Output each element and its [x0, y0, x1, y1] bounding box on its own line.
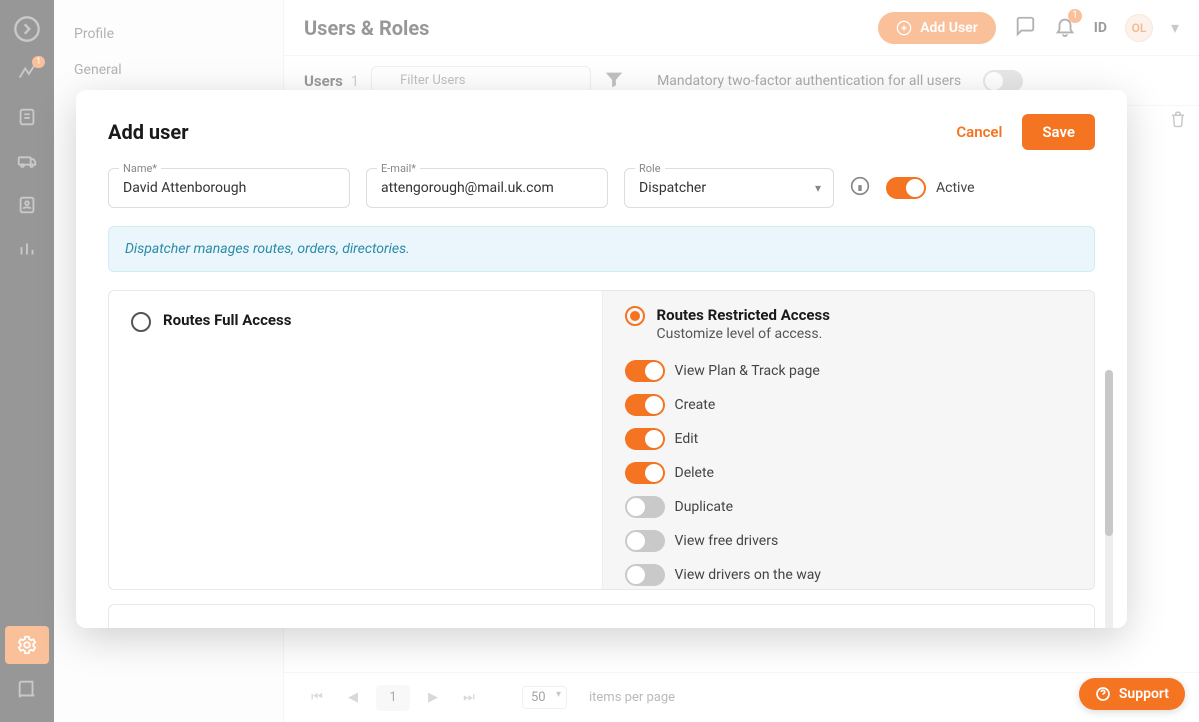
cancel-button[interactable]: Cancel	[956, 123, 1002, 141]
perm-duplicate-toggle[interactable]	[625, 496, 665, 518]
modal-scrollbar[interactable]	[1105, 370, 1113, 628]
routes-full-access-radio[interactable]: Routes Full Access	[131, 311, 580, 332]
perm-create-label: Create	[675, 397, 716, 413]
full-access-label: Routes Full Access	[163, 311, 291, 329]
perm-edit-label: Edit	[675, 431, 699, 447]
perm-view-way-toggle[interactable]	[625, 564, 665, 586]
radio-checked-icon	[625, 306, 645, 326]
info-icon[interactable]	[850, 176, 870, 200]
restricted-label: Routes Restricted Access	[657, 306, 830, 324]
add-user-modal: Add user Cancel Save Name* E-mail* Role …	[76, 90, 1127, 628]
perm-delete-toggle[interactable]	[625, 462, 665, 484]
support-button[interactable]: Support	[1079, 678, 1185, 710]
perm-create-toggle[interactable]	[625, 394, 665, 416]
perm-duplicate-label: Duplicate	[675, 499, 734, 515]
active-toggle[interactable]	[886, 177, 926, 199]
routes-restricted-access-radio[interactable]: Routes Restricted Access Customize level…	[625, 305, 1073, 342]
email-label: E-mail*	[377, 162, 420, 175]
perm-view-plan-label: View Plan & Track page	[675, 363, 820, 379]
role-description: Dispatcher manages routes, orders, direc…	[108, 226, 1095, 272]
save-button[interactable]: Save	[1022, 114, 1095, 150]
modal-title: Add user	[108, 120, 189, 144]
email-field-wrap: E-mail*	[366, 168, 608, 208]
support-label: Support	[1119, 686, 1169, 702]
restricted-sublabel: Customize level of access.	[657, 326, 830, 342]
role-select[interactable]: Role Dispatcher	[624, 168, 834, 208]
perm-edit-toggle[interactable]	[625, 428, 665, 450]
name-label: Name*	[119, 162, 161, 175]
role-value: Dispatcher	[639, 180, 706, 196]
next-panel-peek	[108, 604, 1095, 628]
perm-view-way-label: View drivers on the way	[675, 567, 821, 583]
perm-delete-label: Delete	[675, 465, 714, 481]
role-label: Role	[635, 162, 665, 175]
permissions-panel: Routes Full Access Routes Restricted Acc…	[108, 290, 1095, 590]
perm-view-plan-toggle[interactable]	[625, 360, 665, 382]
perm-view-free-label: View free drivers	[675, 533, 779, 549]
active-label: Active	[936, 180, 975, 196]
name-field-wrap: Name*	[108, 168, 350, 208]
radio-unchecked-icon	[131, 312, 151, 332]
perm-view-free-toggle[interactable]	[625, 530, 665, 552]
